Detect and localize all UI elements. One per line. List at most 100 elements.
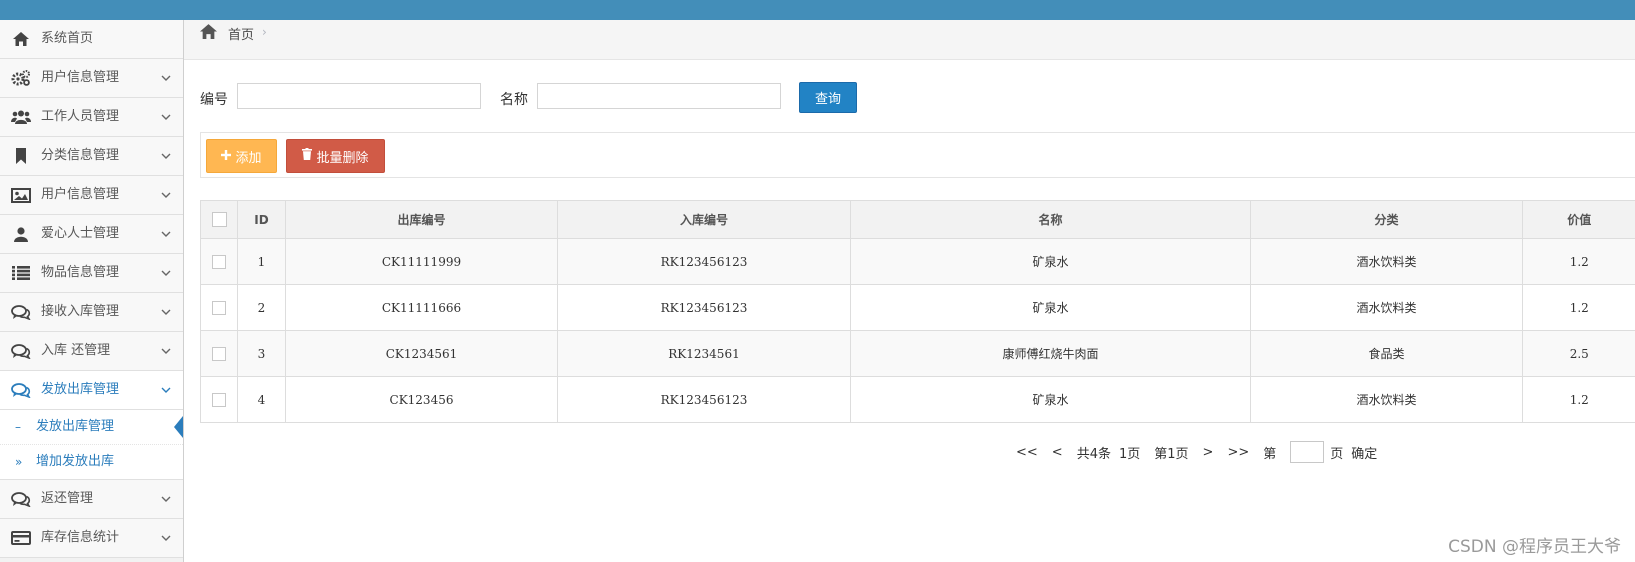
double-angle-right-icon: » — [15, 455, 23, 469]
cell-category: 酒水饮料类 — [1250, 284, 1523, 331]
sidebar-item-label: 系统首页 — [41, 31, 94, 46]
column-header[interactable]: 出库编号 — [285, 200, 558, 239]
top-navbar — [0, 0, 1635, 20]
breadcrumb-separator: › — [262, 25, 267, 39]
comments-icon — [11, 293, 31, 331]
chevron-down-icon — [161, 371, 171, 409]
sidebar-item-stock-return[interactable]: 入库 还管理 — [0, 332, 183, 371]
row-checkbox[interactable] — [212, 254, 226, 269]
confirm-goto-button[interactable]: 确定 — [1351, 443, 1377, 462]
comments-icon — [11, 480, 31, 518]
sidebar-item-label: 工作人员管理 — [41, 109, 120, 124]
chevron-down-icon — [161, 254, 171, 292]
sidebar-submenu: – 发放出库管理 » 增加发放出库 — [0, 410, 183, 480]
home-icon — [11, 20, 31, 58]
first-page-link[interactable]: << — [1016, 445, 1038, 460]
goto-page-input[interactable] — [1290, 441, 1325, 463]
chevron-down-icon — [161, 519, 171, 557]
cell-in-code: RK1234561 — [557, 330, 851, 377]
sidebar-item-label: 用户信息管理 — [41, 187, 120, 202]
sidebar-item-inventory-stats[interactable]: 库存信息统计 — [0, 519, 183, 558]
chevron-down-icon — [161, 137, 171, 175]
chevron-down-icon — [161, 332, 171, 370]
credit-card-icon — [11, 519, 31, 557]
last-page-link[interactable]: >> — [1227, 445, 1249, 460]
cell-out-code: CK123456 — [285, 376, 558, 423]
column-header[interactable]: 入库编号 — [557, 200, 851, 239]
bookmark-icon — [11, 137, 31, 175]
sidebar-item-label: 分类信息管理 — [41, 148, 120, 163]
chevron-down-icon — [161, 59, 171, 97]
add-button[interactable]: 添加 — [206, 139, 277, 173]
action-toolbar: 添加 批量删除 — [200, 132, 1635, 178]
chevron-down-icon — [161, 480, 171, 518]
cell-category: 食品类 — [1250, 330, 1523, 377]
batch-delete-label: 批量删除 — [316, 150, 369, 166]
sidebar-item-user-info[interactable]: 用户信息管理 — [0, 59, 183, 98]
stock-out-table: ID 出库编号 入库编号 名称 分类 价值 1 CK11111999 RK123… — [200, 200, 1635, 423]
pagination: << < 共4条 1页 第1页 > >> 第 页 确定 — [1016, 440, 1391, 464]
gears-icon — [11, 59, 31, 97]
cell-value: 1.2 — [1522, 376, 1635, 423]
row-checkbox[interactable] — [212, 392, 226, 407]
sidebar-item-home[interactable]: 系统首页 — [0, 20, 183, 59]
table-row: 3 CK1234561 RK1234561 康师傅红烧牛肉面 食品类 2.5 — [200, 330, 1635, 377]
sidebar-item-user-info-2[interactable]: 用户信息管理 — [0, 176, 183, 215]
cell-value: 1.2 — [1522, 284, 1635, 331]
chevron-down-icon — [161, 215, 171, 253]
breadcrumb: 首页 › — [184, 20, 1635, 60]
sidebar-item-label: 发放出库管理 — [41, 382, 120, 397]
column-header[interactable]: ID — [237, 200, 286, 239]
cell-category: 酒水饮料类 — [1250, 238, 1523, 285]
sidebar-item-label: 入库 还管理 — [41, 343, 111, 358]
column-header[interactable]: 名称 — [850, 200, 1251, 239]
cell-out-code: CK11111666 — [285, 284, 558, 331]
cell-in-code: RK123456123 — [557, 284, 851, 331]
sidebar-item-label: 爱心人士管理 — [41, 226, 120, 241]
batch-delete-button[interactable]: 批量删除 — [286, 139, 385, 173]
sidebar-item-staff[interactable]: 工作人员管理 — [0, 98, 183, 137]
comments-icon — [11, 371, 31, 409]
column-header[interactable]: 价值 — [1522, 200, 1635, 239]
cell-category: 酒水饮料类 — [1250, 376, 1523, 423]
total-count: 共4条 — [1076, 446, 1111, 462]
sidebar-item-return[interactable]: 返还管理 — [0, 480, 183, 519]
cell-name: 矿泉水 — [850, 376, 1251, 423]
select-all-checkbox[interactable] — [211, 212, 227, 227]
chevron-down-icon — [161, 293, 171, 331]
prev-page-link[interactable]: < — [1052, 445, 1063, 460]
sidebar-item-category[interactable]: 分类信息管理 — [0, 137, 183, 176]
cell-id: 1 — [237, 238, 286, 285]
sidebar-item-goods[interactable]: 物品信息管理 — [0, 254, 183, 293]
cell-name: 矿泉水 — [850, 238, 1251, 285]
name-label: 名称 — [500, 92, 528, 108]
cell-value: 2.5 — [1522, 330, 1635, 377]
user-icon — [11, 215, 31, 253]
users-icon — [11, 98, 31, 136]
row-checkbox[interactable] — [212, 300, 226, 315]
submenu-item-stock-out-manage[interactable]: – 发放出库管理 — [0, 410, 183, 444]
sidebar-item-receive-stock-in[interactable]: 接收入库管理 — [0, 293, 183, 332]
cell-in-code: RK123456123 — [557, 238, 851, 285]
code-label: 编号 — [200, 92, 228, 108]
code-search-input[interactable] — [237, 83, 481, 109]
sidebar-item-stock-out[interactable]: 发放出库管理 — [0, 371, 183, 410]
submenu-item-add-stock-out[interactable]: » 增加发放出库 — [0, 444, 183, 479]
add-button-label: 添加 — [235, 150, 262, 166]
cell-name: 矿泉水 — [850, 284, 1251, 331]
sidebar-item-label: 物品信息管理 — [41, 265, 120, 280]
column-header[interactable]: 分类 — [1250, 200, 1523, 239]
cell-id: 4 — [237, 376, 286, 423]
select-all-cell — [200, 200, 238, 239]
name-search-input[interactable] — [537, 83, 781, 109]
total-pages: 1页 — [1118, 446, 1141, 462]
sidebar-item-volunteers[interactable]: 爱心人士管理 — [0, 215, 183, 254]
tree-line-icon: – — [15, 420, 21, 434]
cell-out-code: CK1234561 — [285, 330, 558, 377]
goto-suffix: 页 — [1330, 446, 1344, 462]
next-page-link[interactable]: > — [1203, 445, 1214, 460]
chevron-down-icon — [161, 98, 171, 136]
row-checkbox[interactable] — [212, 346, 226, 361]
breadcrumb-home-link[interactable]: 首页 — [228, 24, 254, 43]
query-button[interactable]: 查询 — [799, 82, 857, 113]
